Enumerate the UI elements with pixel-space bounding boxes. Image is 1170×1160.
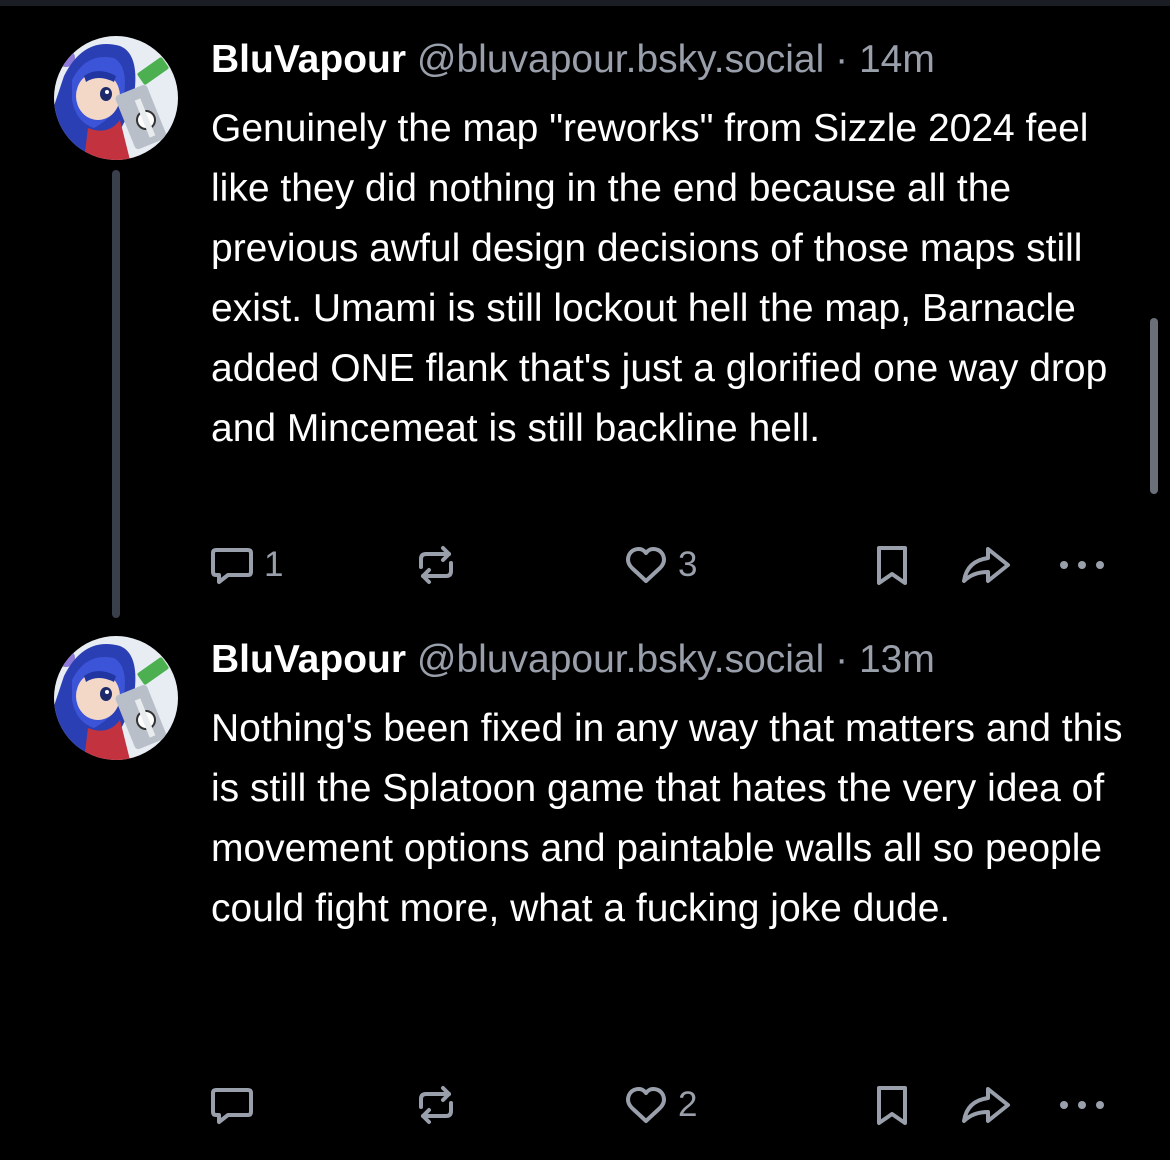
bookmark-icon [868,541,916,589]
display-name[interactable]: BluVapour [211,38,406,81]
more-options-button[interactable] [1056,540,1108,590]
avatar[interactable] [54,636,178,760]
handle[interactable]: @bluvapour.bsky.social [417,38,824,81]
share-button[interactable] [958,540,1014,590]
like-button[interactable]: 2 [622,1080,697,1130]
bookmark-button[interactable] [868,540,916,590]
post-actions: 2 [0,1080,1170,1130]
share-arrow-icon [958,541,1014,589]
reply-button[interactable]: 1 [208,540,283,590]
post-actions: 1 3 [0,540,1170,590]
bookmark-button[interactable] [868,1080,916,1130]
repost-icon [412,541,460,589]
like-count: 3 [678,545,698,584]
share-button[interactable] [958,1080,1014,1130]
more-dots-icon [1056,541,1108,589]
post-text: Nothing's been fixed in any way that mat… [211,707,1134,930]
repost-icon [412,1081,460,1129]
heart-icon [622,1081,670,1129]
reply-bubble-icon [208,541,256,589]
separator: · [835,638,849,681]
post-header: BluVapour @bluvapour.bsky.social · 13m [211,636,935,684]
reply-button[interactable] [208,1080,264,1130]
like-button[interactable]: 3 [622,540,697,590]
timestamp[interactable]: 14m [859,38,935,81]
heart-icon [622,541,670,589]
share-arrow-icon [958,1081,1014,1129]
display-name[interactable]: BluVapour [211,638,406,681]
bookmark-icon [868,1081,916,1129]
post[interactable]: BluVapour @bluvapour.bsky.social · 13m N… [0,620,1170,1160]
reply-bubble-icon [208,1081,256,1129]
reply-count: 1 [264,545,284,584]
separator: · [835,38,849,81]
timestamp[interactable]: 13m [859,638,935,681]
repost-button[interactable] [412,540,468,590]
more-dots-icon [1056,1081,1108,1129]
like-count: 2 [678,1085,698,1124]
post[interactable]: BluVapour @bluvapour.bsky.social · 14m G… [0,0,1170,620]
repost-button[interactable] [412,1080,468,1130]
more-options-button[interactable] [1056,1080,1108,1130]
post-header: BluVapour @bluvapour.bsky.social · 14m [211,36,935,84]
handle[interactable]: @bluvapour.bsky.social [417,638,824,681]
avatar[interactable] [54,36,178,160]
post-text: Genuinely the map "reworks" from Sizzle … [211,107,1119,450]
